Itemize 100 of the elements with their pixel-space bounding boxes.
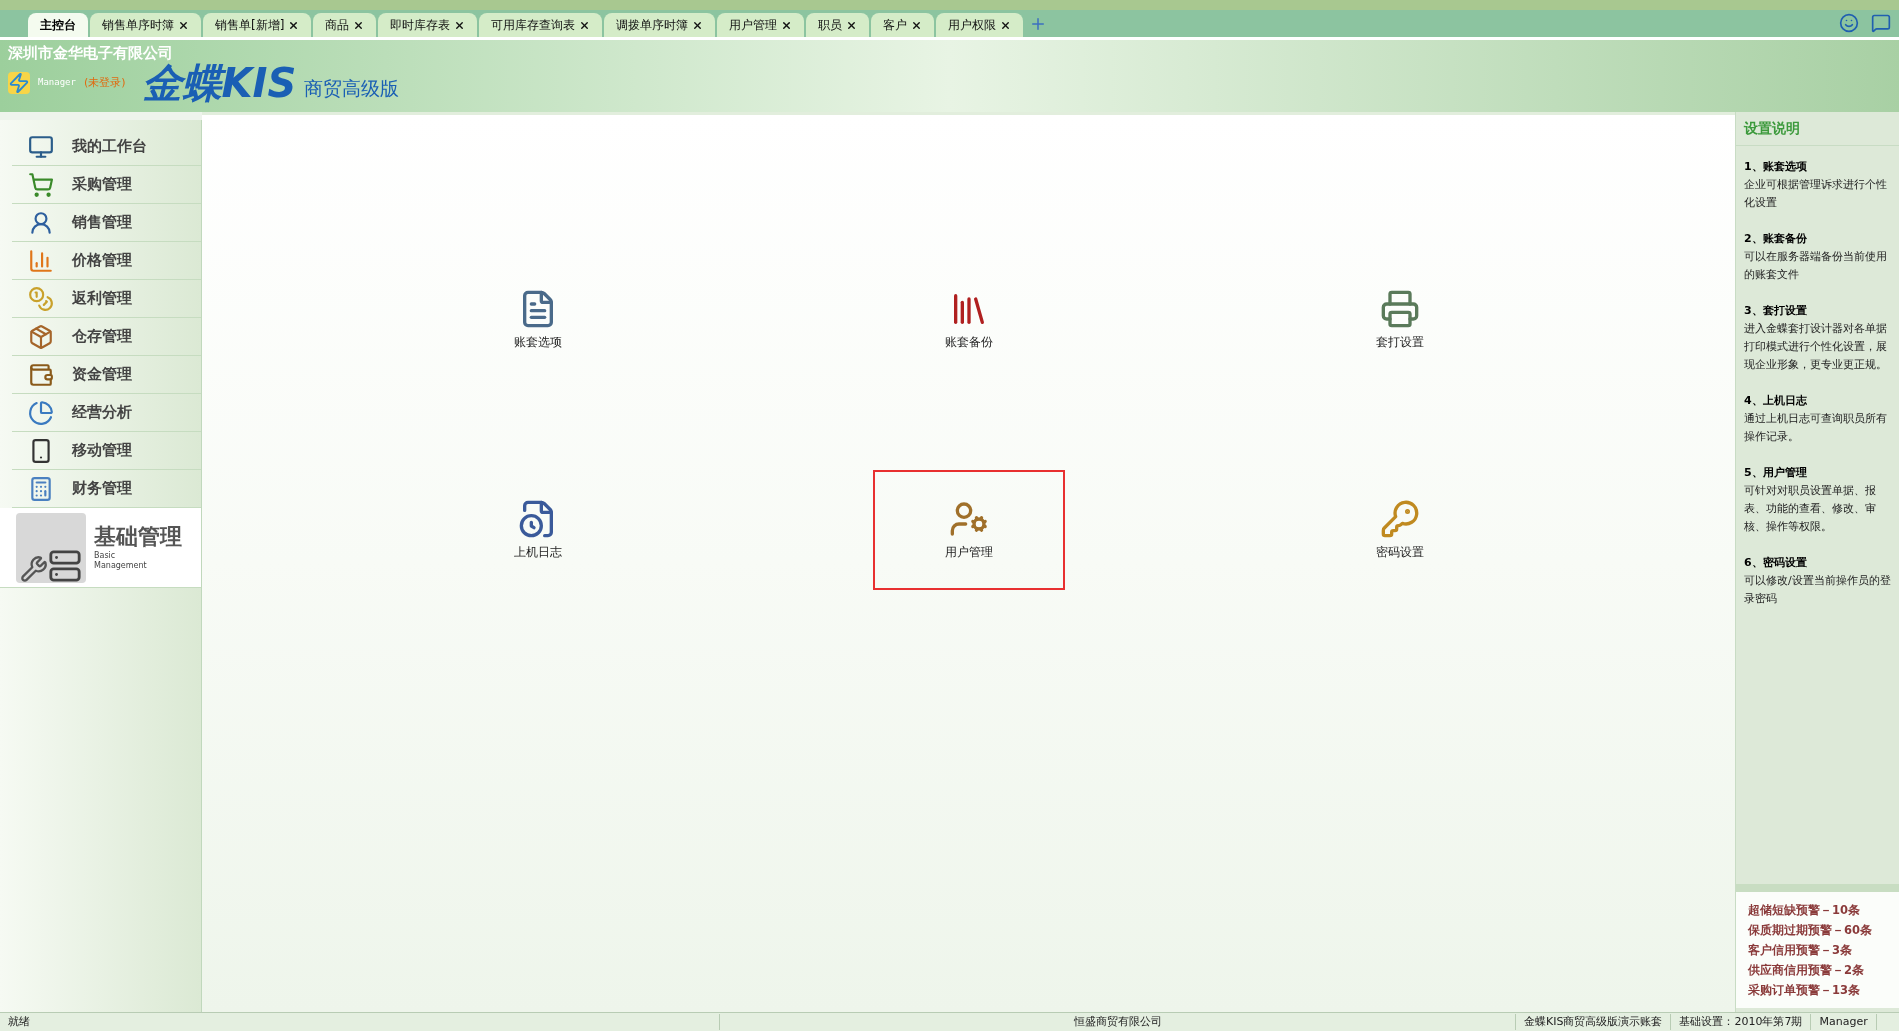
sidebar-item[interactable]: 我的工作台 — [12, 128, 201, 166]
user-gear-icon — [948, 499, 989, 539]
help-title: 设置说明 — [1736, 112, 1899, 146]
sidebar-item-label: 财务管理 — [72, 478, 132, 500]
close-icon[interactable] — [288, 19, 300, 31]
sidebar-item-label: 返利管理 — [72, 288, 132, 310]
tab[interactable]: 主控台 — [28, 13, 88, 37]
logo-brand: 金蝶KIS — [141, 62, 297, 103]
sidebar-item-label: 采购管理 — [72, 174, 132, 196]
wallet-icon — [28, 361, 54, 388]
help-note-text: 可以修改/设置当前操作员的登录密码 — [1744, 573, 1891, 607]
tab[interactable]: 客户 — [871, 13, 935, 37]
help-note-title: 3、套打设置 — [1744, 303, 1808, 319]
sidebar-item[interactable]: 返利管理 — [12, 280, 201, 318]
sidebar-item-label: 销售管理 — [72, 212, 132, 234]
close-icon[interactable] — [911, 19, 923, 31]
sidebar-item-label: 我的工作台 — [72, 136, 147, 158]
lightning-icon — [8, 71, 30, 94]
function-tile[interactable]: 密码设置 — [1303, 470, 1496, 590]
sidebar-item-subtitle: Management — [94, 561, 148, 570]
tab[interactable]: 销售单序时簿 — [90, 13, 201, 37]
cart-icon — [28, 171, 54, 198]
alert-link[interactable]: 供应商信用预警－2条 — [1748, 960, 1887, 980]
close-icon[interactable] — [454, 19, 466, 31]
function-tile[interactable]: 账套选项 — [441, 260, 634, 380]
function-label: 用户管理 — [944, 544, 993, 561]
alert-link[interactable]: 采购订单预警－13条 — [1748, 980, 1887, 1000]
tab[interactable]: 调拨单序时簿 — [604, 13, 716, 37]
function-tile[interactable]: 账套备份 — [872, 260, 1065, 380]
function-label: 套打设置 — [1375, 334, 1424, 351]
status-text: 就绪 — [0, 1013, 720, 1031]
tab[interactable]: 可用库存查询表 — [479, 13, 603, 37]
sidebar-item[interactable]: 经营分析 — [12, 394, 201, 432]
tab[interactable]: 职员 — [806, 13, 870, 37]
help-note-title: 5、用户管理 — [1744, 465, 1808, 481]
bar-chart-icon — [28, 247, 54, 274]
sidebar-item-title: 基础管理 — [94, 525, 182, 548]
sidebar-item-label: 移动管理 — [72, 440, 132, 462]
close-icon[interactable] — [692, 19, 704, 31]
status-text: 金蝶KIS商贸高级版演示账套 — [1516, 1013, 1672, 1031]
sidebar-item[interactable]: 资金管理 — [12, 356, 201, 394]
close-icon[interactable] — [1000, 19, 1012, 31]
status-text: 基础设置：2010年第7期 — [1671, 1013, 1812, 1031]
tab[interactable]: 用户管理 — [717, 13, 805, 37]
sidebar-item[interactable]: 基础管理 Basic Management — [0, 508, 201, 588]
function-label: 账套备份 — [944, 334, 993, 351]
status-text: Manager — [1811, 1013, 1877, 1031]
function-tile[interactable]: 套打设置 — [1303, 260, 1496, 380]
alert-link[interactable]: 保质期过期预警－60条 — [1748, 920, 1887, 940]
sidebar-item[interactable]: 价格管理 — [12, 242, 201, 280]
company-name: 深圳市金华电子有限公司 — [8, 44, 173, 62]
help-note-title: 1、账套选项 — [1744, 159, 1808, 175]
sidebar-item-label: 资金管理 — [72, 364, 132, 386]
help-note-title: 4、上机日志 — [1744, 393, 1808, 409]
tab[interactable]: 商品 — [313, 13, 377, 37]
sidebar-item[interactable]: 销售管理 — [12, 204, 201, 242]
alert-link[interactable]: 超储短缺预警－10条 — [1748, 900, 1887, 920]
key-icon — [1379, 499, 1420, 539]
help-note-text: 可以在服务器端备份当前使用的账套文件 — [1744, 249, 1888, 283]
sidebar-item[interactable]: 移动管理 — [12, 432, 201, 470]
smiley-icon[interactable] — [1839, 13, 1859, 33]
tab[interactable]: 销售单[新增] — [203, 13, 312, 37]
sidebar-item[interactable]: 采购管理 — [12, 166, 201, 204]
calculator-icon — [28, 475, 54, 502]
alert-link[interactable]: 客户信用预警－3条 — [1748, 940, 1887, 960]
help-note-title: 2、账套备份 — [1744, 231, 1808, 247]
close-icon[interactable] — [846, 19, 858, 31]
logo-edition: 商贸高级版 — [304, 76, 400, 102]
help-note-title: 6、密码设置 — [1744, 555, 1808, 571]
login-state: (未登录) — [83, 74, 126, 91]
close-icon[interactable] — [781, 19, 793, 31]
sidebar-item-label: 价格管理 — [72, 250, 132, 272]
message-icon[interactable] — [1871, 13, 1891, 33]
sidebar-item-label: 经营分析 — [72, 402, 132, 424]
close-icon[interactable] — [353, 19, 365, 31]
printer-icon — [1379, 289, 1420, 329]
person-icon — [28, 209, 54, 236]
help-note-text: 可针对对职员设置单据、报表、功能的查看、修改、审核、操作等权限。 — [1744, 483, 1877, 535]
close-icon[interactable] — [579, 19, 591, 31]
help-note-text: 通过上机日志可查询职员所有操作记录。 — [1744, 411, 1888, 445]
status-text: 恒盛商贸有限公司 — [720, 1013, 1516, 1031]
sidebar-item-subtitle: Basic — [94, 551, 117, 560]
function-label: 账套选项 — [513, 334, 562, 351]
function-tile[interactable]: 用户管理 — [872, 470, 1065, 590]
box-icon — [28, 323, 54, 350]
help-note-text: 进入金蝶套打设计器对各单据打印模式进行个性化设置，展现企业形象，更专业更正规。 — [1744, 321, 1888, 373]
function-tile[interactable]: 上机日志 — [441, 470, 634, 590]
tools-icon — [16, 512, 86, 583]
function-label: 密码设置 — [1375, 544, 1424, 561]
monitor-icon — [28, 133, 54, 160]
close-icon[interactable] — [178, 19, 189, 31]
sidebar-item-label: 仓存管理 — [72, 326, 132, 348]
user-name: Manager — [38, 76, 76, 89]
tab[interactable]: 用户权限 — [936, 13, 1024, 37]
coins-icon — [28, 285, 54, 312]
tab[interactable]: 即时库存表 — [378, 13, 478, 37]
chart-icon — [28, 399, 54, 426]
help-note-text: 企业可根据管理诉求进行个性化设置 — [1744, 177, 1888, 211]
sidebar-item[interactable]: 仓存管理 — [12, 318, 201, 356]
function-label: 上机日志 — [513, 544, 562, 561]
